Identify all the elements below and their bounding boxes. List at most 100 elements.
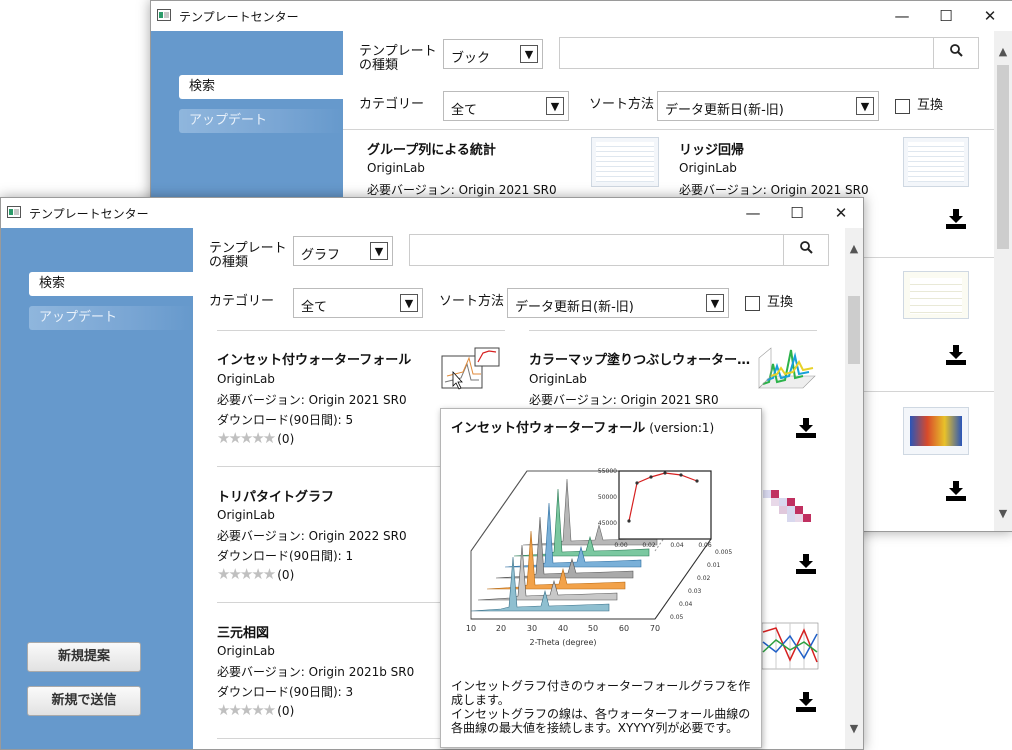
chevron-down-icon: ▼ [546, 97, 564, 115]
front-window-title: テンプレートセンター [29, 207, 149, 221]
scrollbar[interactable]: ▲ ▼ [845, 228, 863, 749]
search-icon[interactable] [783, 235, 828, 265]
nav-update[interactable]: アップデート [179, 109, 343, 133]
inset-point [695, 479, 699, 483]
item-thumbnail[interactable] [761, 488, 819, 532]
inset-point [635, 481, 639, 485]
minimize-icon[interactable]: — [731, 198, 775, 228]
template-type-select[interactable]: ブック ▼ [443, 39, 543, 69]
scroll-up-icon[interactable]: ▲ [994, 45, 1012, 58]
item-thumbnail[interactable] [591, 137, 659, 187]
minimize-icon[interactable]: — [880, 1, 924, 31]
tooltip-title: インセット付ウォーターフォール (version:1) [451, 417, 714, 436]
template-type-select[interactable]: グラフ ▼ [293, 236, 393, 266]
sort-value: データ更新日(新-旧) [515, 300, 634, 315]
x-tick: 10 [466, 624, 476, 633]
item-thumbnail[interactable] [903, 407, 969, 455]
z-tick: 0.04 [679, 601, 693, 608]
scroll-down-icon[interactable]: ▼ [845, 722, 863, 735]
divider [343, 129, 994, 130]
nav-search[interactable]: 検索 [29, 272, 193, 296]
chevron-down-icon: ▼ [370, 242, 388, 260]
inset-y-tick: 50000 [598, 494, 617, 501]
item-title[interactable]: リッジ回帰 [679, 139, 744, 158]
propose-button[interactable]: 新規提案 [27, 642, 141, 672]
item-version: 必要バージョン: Origin 2022 SR0 [217, 529, 407, 543]
search-input[interactable] [559, 37, 979, 69]
download-icon[interactable] [945, 481, 967, 501]
scroll-thumb[interactable] [997, 65, 1009, 249]
maximize-icon[interactable]: ☐ [924, 1, 968, 31]
close-icon[interactable]: ✕ [968, 1, 1012, 31]
template-type-value: ブック [451, 51, 491, 66]
z-tick: 0.02 [697, 575, 711, 582]
item-thumbnail[interactable] [903, 271, 969, 319]
item-downloads: ダウンロード(90日間): 1 [217, 549, 354, 563]
item-downloads: ダウンロード(90日間): 3 [217, 685, 354, 699]
nav-update[interactable]: アップデート [29, 306, 193, 330]
download-icon[interactable] [795, 418, 817, 438]
chevron-down-icon: ▼ [400, 294, 418, 312]
maximize-icon[interactable]: ☐ [775, 198, 819, 228]
item-title[interactable]: インセット付ウォーターフォール [217, 349, 411, 368]
sort-select[interactable]: データ更新日(新-旧) ▼ [507, 288, 729, 318]
download-icon[interactable] [795, 692, 817, 712]
download-icon[interactable] [795, 554, 817, 574]
category-select[interactable]: 全て ▼ [443, 91, 569, 121]
sort-value: データ更新日(新-旧) [665, 103, 784, 118]
scroll-thumb[interactable] [848, 296, 860, 364]
item-thumbnail[interactable] [441, 346, 503, 392]
rating-count: (0) [277, 704, 295, 718]
rating-count: (0) [277, 568, 295, 582]
compat-label: 互換 [767, 295, 794, 310]
item-thumbnail[interactable] [753, 344, 819, 394]
x-tick: 60 [619, 624, 629, 633]
tooltip-version: (version:1) [649, 421, 715, 435]
category-select[interactable]: 全て ▼ [293, 288, 423, 318]
template-type-label: テンプレートの種類 [359, 44, 437, 73]
x-tick: 50 [588, 624, 598, 633]
download-icon[interactable] [945, 345, 967, 365]
tooltip-title-text: インセット付ウォーターフォール [451, 421, 646, 436]
inset-x-tick: 0.00 [614, 542, 628, 549]
category-value: 全て [301, 300, 328, 315]
item-author: OriginLab [679, 161, 737, 175]
item-thumbnail[interactable] [903, 137, 969, 187]
item-author: OriginLab [529, 372, 587, 386]
waterfall-preview: 55000 50000 45000 0.00 0.02 0.04 0.06 0.… [466, 468, 732, 647]
download-icon[interactable] [945, 209, 967, 229]
chevron-down-icon: ▼ [706, 294, 724, 312]
chevron-down-icon: ▼ [520, 45, 538, 63]
item-title[interactable]: 三元相図 [217, 622, 269, 641]
back-window-title: テンプレートセンター [179, 10, 299, 24]
app-icon [7, 206, 21, 218]
scroll-up-icon[interactable]: ▲ [845, 242, 863, 255]
compat-checkbox[interactable] [745, 296, 760, 311]
category-label: カテゴリー [209, 294, 275, 309]
tooltip-description-line: インセットグラフの線は、各ウォーターフォール曲線の各曲線の最大値を接続します。X… [451, 707, 751, 735]
item-thumbnail[interactable] [761, 622, 819, 670]
sort-select[interactable]: データ更新日(新-旧) ▼ [657, 91, 879, 121]
search-input[interactable] [409, 234, 829, 266]
chevron-down-icon: ▼ [856, 97, 874, 115]
z-tick: 0.03 [688, 588, 702, 595]
inset-point [663, 471, 667, 475]
inset-point [679, 473, 683, 477]
search-icon[interactable] [933, 38, 978, 68]
item-downloads: ダウンロード(90日間): 5 [217, 413, 354, 427]
rating-stars: ★★★★★ (0) [217, 701, 295, 719]
nav-search[interactable]: 検索 [179, 75, 343, 99]
compat-checkbox[interactable] [895, 99, 910, 114]
inset-x-tick: 0.06 [698, 542, 712, 549]
item-title[interactable]: カラーマップ塗りつぶしウォーター… [529, 349, 750, 368]
x-axis-label: 2-Theta (degree) [530, 638, 597, 647]
scrollbar[interactable]: ▲ ▼ [994, 31, 1012, 531]
item-title[interactable]: トリパタイトグラフ [217, 486, 334, 505]
divider [529, 330, 817, 331]
item-title[interactable]: グループ列による統計 [367, 139, 496, 158]
sort-label: ソート方法 [439, 294, 505, 309]
close-icon[interactable]: ✕ [819, 198, 863, 228]
scroll-down-icon[interactable]: ▼ [994, 507, 1012, 520]
sort-label: ソート方法 [589, 97, 655, 112]
submit-button[interactable]: 新規で送信 [27, 686, 141, 716]
